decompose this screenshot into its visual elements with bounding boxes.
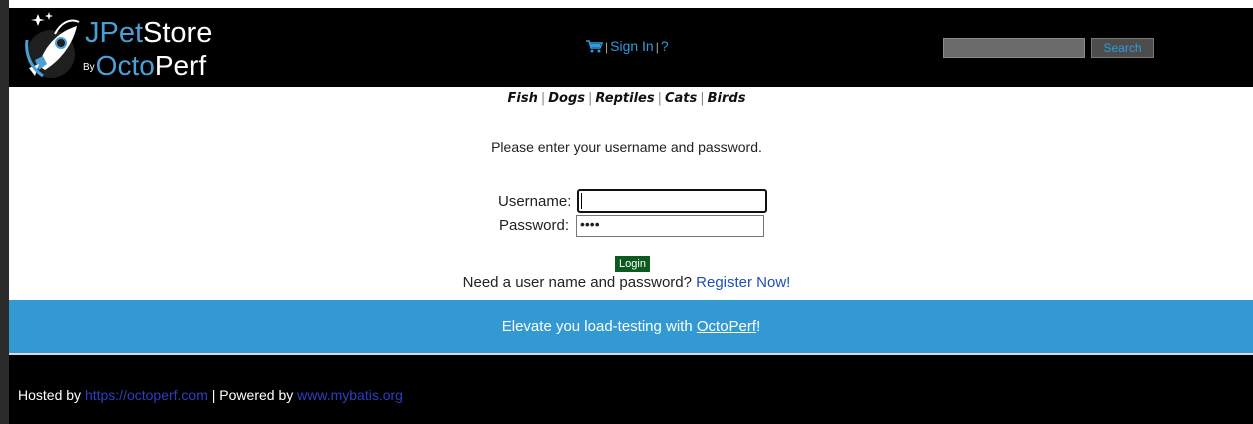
brand-j: J	[85, 17, 100, 49]
text-caret	[581, 193, 582, 209]
brand-perf: Perf	[154, 50, 207, 81]
menu-separator: |	[605, 40, 609, 54]
register-line: Need a user name and password? Register …	[0, 274, 1253, 291]
brand-by: By	[83, 61, 95, 73]
quicklink-separator: |	[540, 91, 546, 106]
brand-pet: Pet	[99, 17, 144, 49]
rocket-logo-icon[interactable]	[21, 10, 91, 84]
quicklink-dogs[interactable]: Dogs	[548, 91, 585, 106]
login-button[interactable]: Login	[615, 256, 650, 272]
quicklink-separator: |	[588, 91, 593, 106]
help-link[interactable]: ?	[661, 38, 669, 54]
quicklinks: Fish | Dogs | Reptiles | Cats | Birds	[0, 91, 1253, 106]
banner-text: Elevate you load-testing with	[501, 318, 693, 335]
search-button[interactable]: Search	[1091, 38, 1154, 58]
quicklink-separator: |	[700, 91, 705, 106]
password-mask: ••••	[580, 216, 600, 232]
quicklink-fish[interactable]: Fish	[508, 91, 538, 106]
quicklink-reptiles[interactable]: Reptiles	[595, 91, 654, 106]
promo-banner: Elevate you load-testing with OctoPerf!	[9, 300, 1253, 353]
window-left-border	[0, 0, 9, 424]
brand-subtitle-octoperf[interactable]: ByOctoPerf	[83, 50, 206, 84]
octoperf-url-link[interactable]: https://octoperf.com	[85, 387, 208, 403]
octoperf-link[interactable]: OctoPerf	[697, 318, 756, 335]
quicklink-birds[interactable]: Birds	[708, 91, 746, 106]
page: JPetStore ByOctoPerf | Sign In |? Search F…	[0, 0, 1253, 424]
footer-divider	[9, 353, 1253, 355]
powered-by-label: | Powered by	[207, 387, 298, 403]
brand-title-jpetstore[interactable]: JPetStore	[85, 16, 212, 50]
hosted-by-label: Hosted by	[18, 387, 82, 403]
brand-store: Store	[143, 17, 213, 49]
brand-octo: Octo	[95, 50, 155, 81]
username-label: Username:	[498, 193, 572, 210]
username-input[interactable]	[577, 189, 767, 213]
sign-in-link[interactable]: Sign In	[610, 38, 654, 54]
shopping-cart-icon[interactable]	[585, 39, 604, 56]
header-menu: | Sign In |?	[585, 38, 669, 56]
register-now-link[interactable]: Register Now!	[696, 274, 790, 291]
footer-text: Hosted by https://octoperf.com | Powered…	[18, 387, 403, 403]
password-label: Password:	[499, 217, 570, 234]
register-text: Need a user name and password?	[462, 274, 692, 291]
header: JPetStore ByOctoPerf | Sign In |? Search	[9, 8, 1253, 87]
login-prompt: Please enter your username and password.	[491, 139, 762, 155]
banner-exclamation: !	[756, 318, 761, 335]
menu-separator: |	[655, 40, 659, 54]
search-input[interactable]	[943, 38, 1085, 58]
password-input[interactable]	[576, 215, 764, 237]
quicklink-separator: |	[657, 91, 662, 106]
footer: Hosted by https://octoperf.com | Powered…	[9, 353, 1253, 424]
quicklink-cats[interactable]: Cats	[665, 91, 697, 106]
mybatis-link[interactable]: www.mybatis.org	[297, 387, 403, 403]
